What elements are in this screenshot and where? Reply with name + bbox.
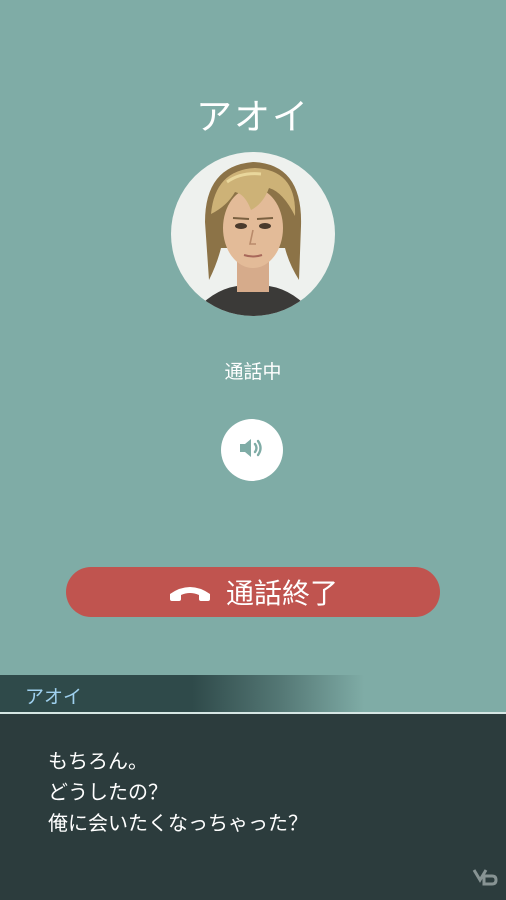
end-call-label: 通話終了 [225, 577, 338, 610]
speaker-icon [238, 436, 266, 464]
speaker-button[interactable] [221, 419, 283, 481]
watermark-logo [472, 868, 498, 894]
call-status: 通話中 [224, 361, 282, 383]
dialogue-speaker-name: アオイ [25, 686, 83, 708]
caller-avatar [171, 152, 335, 316]
dialogue-text: もちろん。 どうしたの？ 俺に会いたくなっちゃった？ [48, 746, 308, 839]
caller-name: アオイ [195, 97, 310, 138]
dialogue-line: 俺に会いたくなっちゃった？ [48, 811, 308, 835]
dialogue-line: どうしたの？ [48, 780, 168, 804]
end-call-button[interactable]: 通話終了 [66, 567, 440, 617]
phone-hangup-icon [168, 582, 212, 602]
dialogue-line: もちろん。 [48, 749, 148, 773]
